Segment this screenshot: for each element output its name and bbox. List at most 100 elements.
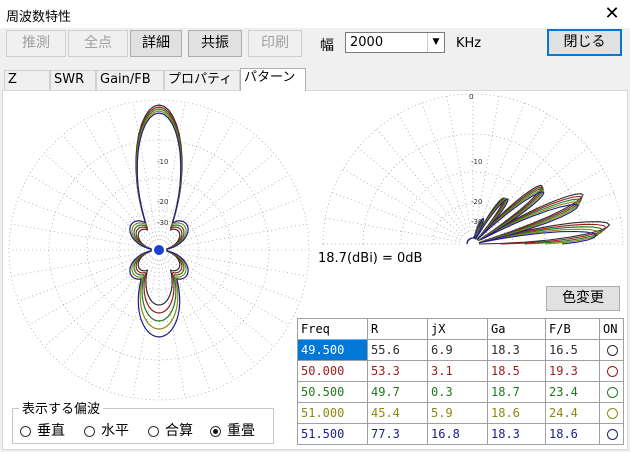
frequency-table: Freq R jX Ga F/B ON 49.500 55.6 6.9 18.3 16.… bbox=[297, 318, 624, 445]
grid-spoke bbox=[357, 147, 466, 238]
radio-horizontal-label: 水平 bbox=[101, 423, 129, 439]
visibility-circle-icon[interactable] bbox=[607, 387, 618, 398]
visibility-circle-icon[interactable] bbox=[607, 429, 618, 440]
ga-cell: 18.3 bbox=[487, 423, 546, 445]
center-marker bbox=[154, 245, 164, 255]
details-button[interactable]: 詳細 bbox=[130, 30, 182, 57]
grid-spoke bbox=[17, 253, 150, 302]
grid-spoke bbox=[11, 223, 150, 249]
ring-label-10: -10 bbox=[157, 158, 168, 166]
grid-spoke bbox=[43, 153, 152, 244]
visibility-circle-icon[interactable] bbox=[607, 366, 618, 377]
jx-cell: 3.1 bbox=[427, 360, 488, 382]
radio-overlay-dot[interactable] bbox=[210, 425, 221, 437]
close-icon[interactable]: ✕ bbox=[600, 2, 624, 26]
freq-cell: 50.500 bbox=[297, 381, 368, 403]
width-select[interactable]: 2000 ▼ bbox=[345, 32, 445, 53]
radio-sum[interactable]: 合算 bbox=[148, 420, 193, 440]
table-row[interactable]: 50.500 49.7 0.3 18.7 23.4 bbox=[297, 381, 624, 403]
table-row[interactable]: 49.500 55.6 6.9 18.3 16.5 bbox=[297, 339, 624, 361]
jx-cell: 16.8 bbox=[427, 423, 488, 445]
r-cell: 45.4 bbox=[367, 402, 428, 424]
ga-cell: 18.5 bbox=[487, 360, 546, 382]
fb-cell: 18.6 bbox=[545, 423, 600, 445]
on-cell[interactable] bbox=[599, 360, 624, 382]
grid-spoke bbox=[162, 108, 211, 241]
table-row[interactable]: 51.000 45.4 5.9 18.6 24.4 bbox=[297, 402, 624, 424]
freq-cell: 50.000 bbox=[297, 360, 368, 382]
title-bar: 周波数特性 ✕ bbox=[0, 0, 630, 28]
grid-spoke bbox=[446, 96, 472, 235]
col-fb[interactable]: F/B bbox=[545, 318, 600, 340]
el-ring-label-30: -30 bbox=[471, 218, 482, 226]
radio-horizontal-dot[interactable] bbox=[84, 425, 95, 437]
radio-vertical-label: 垂直 bbox=[37, 423, 65, 439]
elevation-pattern-plot: 0 -10 -20 -30 bbox=[322, 93, 624, 245]
width-value: 2000 bbox=[350, 35, 384, 50]
grid-spoke bbox=[325, 217, 464, 243]
fb-cell: 23.4 bbox=[545, 381, 600, 403]
radio-horizontal[interactable]: 水平 bbox=[84, 420, 129, 440]
azimuth-pattern-plot: -10 -20 -30 bbox=[8, 99, 310, 401]
tab-properties[interactable]: プロパティ bbox=[164, 70, 240, 90]
polarization-title: 表示する偏波 bbox=[19, 398, 104, 417]
radio-sum-dot[interactable] bbox=[148, 425, 159, 437]
radio-sum-label: 合算 bbox=[165, 423, 193, 439]
freq-cell: 51.500 bbox=[297, 423, 368, 445]
col-jx[interactable]: jX bbox=[427, 318, 488, 340]
change-color-button[interactable]: 色変更 bbox=[546, 286, 620, 311]
all-points-button[interactable]: 全点 bbox=[68, 30, 128, 57]
grid-spoke bbox=[168, 251, 307, 277]
radio-overlay[interactable]: 重畳 bbox=[210, 420, 255, 440]
freq-cell: 49.500 bbox=[297, 339, 368, 361]
grid-spoke bbox=[165, 134, 256, 243]
visibility-circle-icon[interactable] bbox=[607, 345, 618, 356]
grid-spoke bbox=[11, 251, 150, 277]
grid-spoke bbox=[168, 223, 307, 249]
chevron-down-icon[interactable]: ▼ bbox=[427, 33, 444, 52]
window-title: 周波数特性 bbox=[6, 10, 72, 25]
ring-label-20: -20 bbox=[157, 198, 168, 206]
on-cell[interactable] bbox=[599, 339, 624, 361]
grid-spoke bbox=[17, 198, 150, 247]
r-cell: 53.3 bbox=[367, 360, 428, 382]
on-cell[interactable] bbox=[599, 402, 624, 424]
col-on[interactable]: ON bbox=[599, 318, 624, 340]
grid-spoke bbox=[397, 113, 469, 236]
grid-spoke bbox=[168, 253, 301, 302]
table-row[interactable]: 51.500 77.3 16.8 18.3 18.6 bbox=[297, 423, 624, 445]
tab-swr[interactable]: SWR bbox=[50, 70, 96, 90]
ga-cell: 18.6 bbox=[487, 402, 546, 424]
tab-pattern[interactable]: パターン bbox=[240, 68, 306, 91]
radio-vertical-dot[interactable] bbox=[20, 425, 31, 437]
grid-spoke bbox=[62, 134, 153, 243]
grid-spoke bbox=[43, 256, 152, 347]
jx-cell: 5.9 bbox=[427, 402, 488, 424]
on-cell[interactable] bbox=[599, 423, 624, 445]
visibility-circle-icon[interactable] bbox=[607, 408, 618, 419]
on-cell[interactable] bbox=[599, 381, 624, 403]
close-button[interactable]: 閉じる bbox=[547, 29, 622, 56]
grid-spoke bbox=[166, 256, 275, 347]
print-button[interactable]: 印刷 bbox=[248, 30, 302, 57]
unit-label: KHz bbox=[456, 36, 482, 51]
radio-overlay-label: 重畳 bbox=[227, 423, 255, 439]
r-cell: 77.3 bbox=[367, 423, 428, 445]
col-r[interactable]: R bbox=[367, 318, 428, 340]
tab-z[interactable]: Z bbox=[4, 70, 50, 90]
grid-spoke bbox=[331, 192, 464, 241]
resonance-button[interactable]: 共振 bbox=[188, 30, 242, 57]
table-header-row: Freq R jX Ga F/B ON bbox=[297, 318, 624, 340]
grid-spoke bbox=[342, 168, 465, 240]
estimate-button[interactable]: 推測 bbox=[6, 30, 66, 57]
table-row[interactable]: 50.000 53.3 3.1 18.5 19.3 bbox=[297, 360, 624, 382]
radio-vertical[interactable]: 垂直 bbox=[20, 420, 65, 440]
col-freq[interactable]: Freq bbox=[297, 318, 368, 340]
tab-gain-fb[interactable]: Gain/FB bbox=[96, 70, 164, 90]
el-ring-label-10: -10 bbox=[471, 158, 482, 166]
col-ga[interactable]: Ga bbox=[487, 318, 546, 340]
r-cell: 55.6 bbox=[367, 339, 428, 361]
jx-cell: 6.9 bbox=[427, 339, 488, 361]
elevation-top-label: 0 bbox=[469, 93, 473, 101]
grid-spoke bbox=[166, 153, 275, 244]
